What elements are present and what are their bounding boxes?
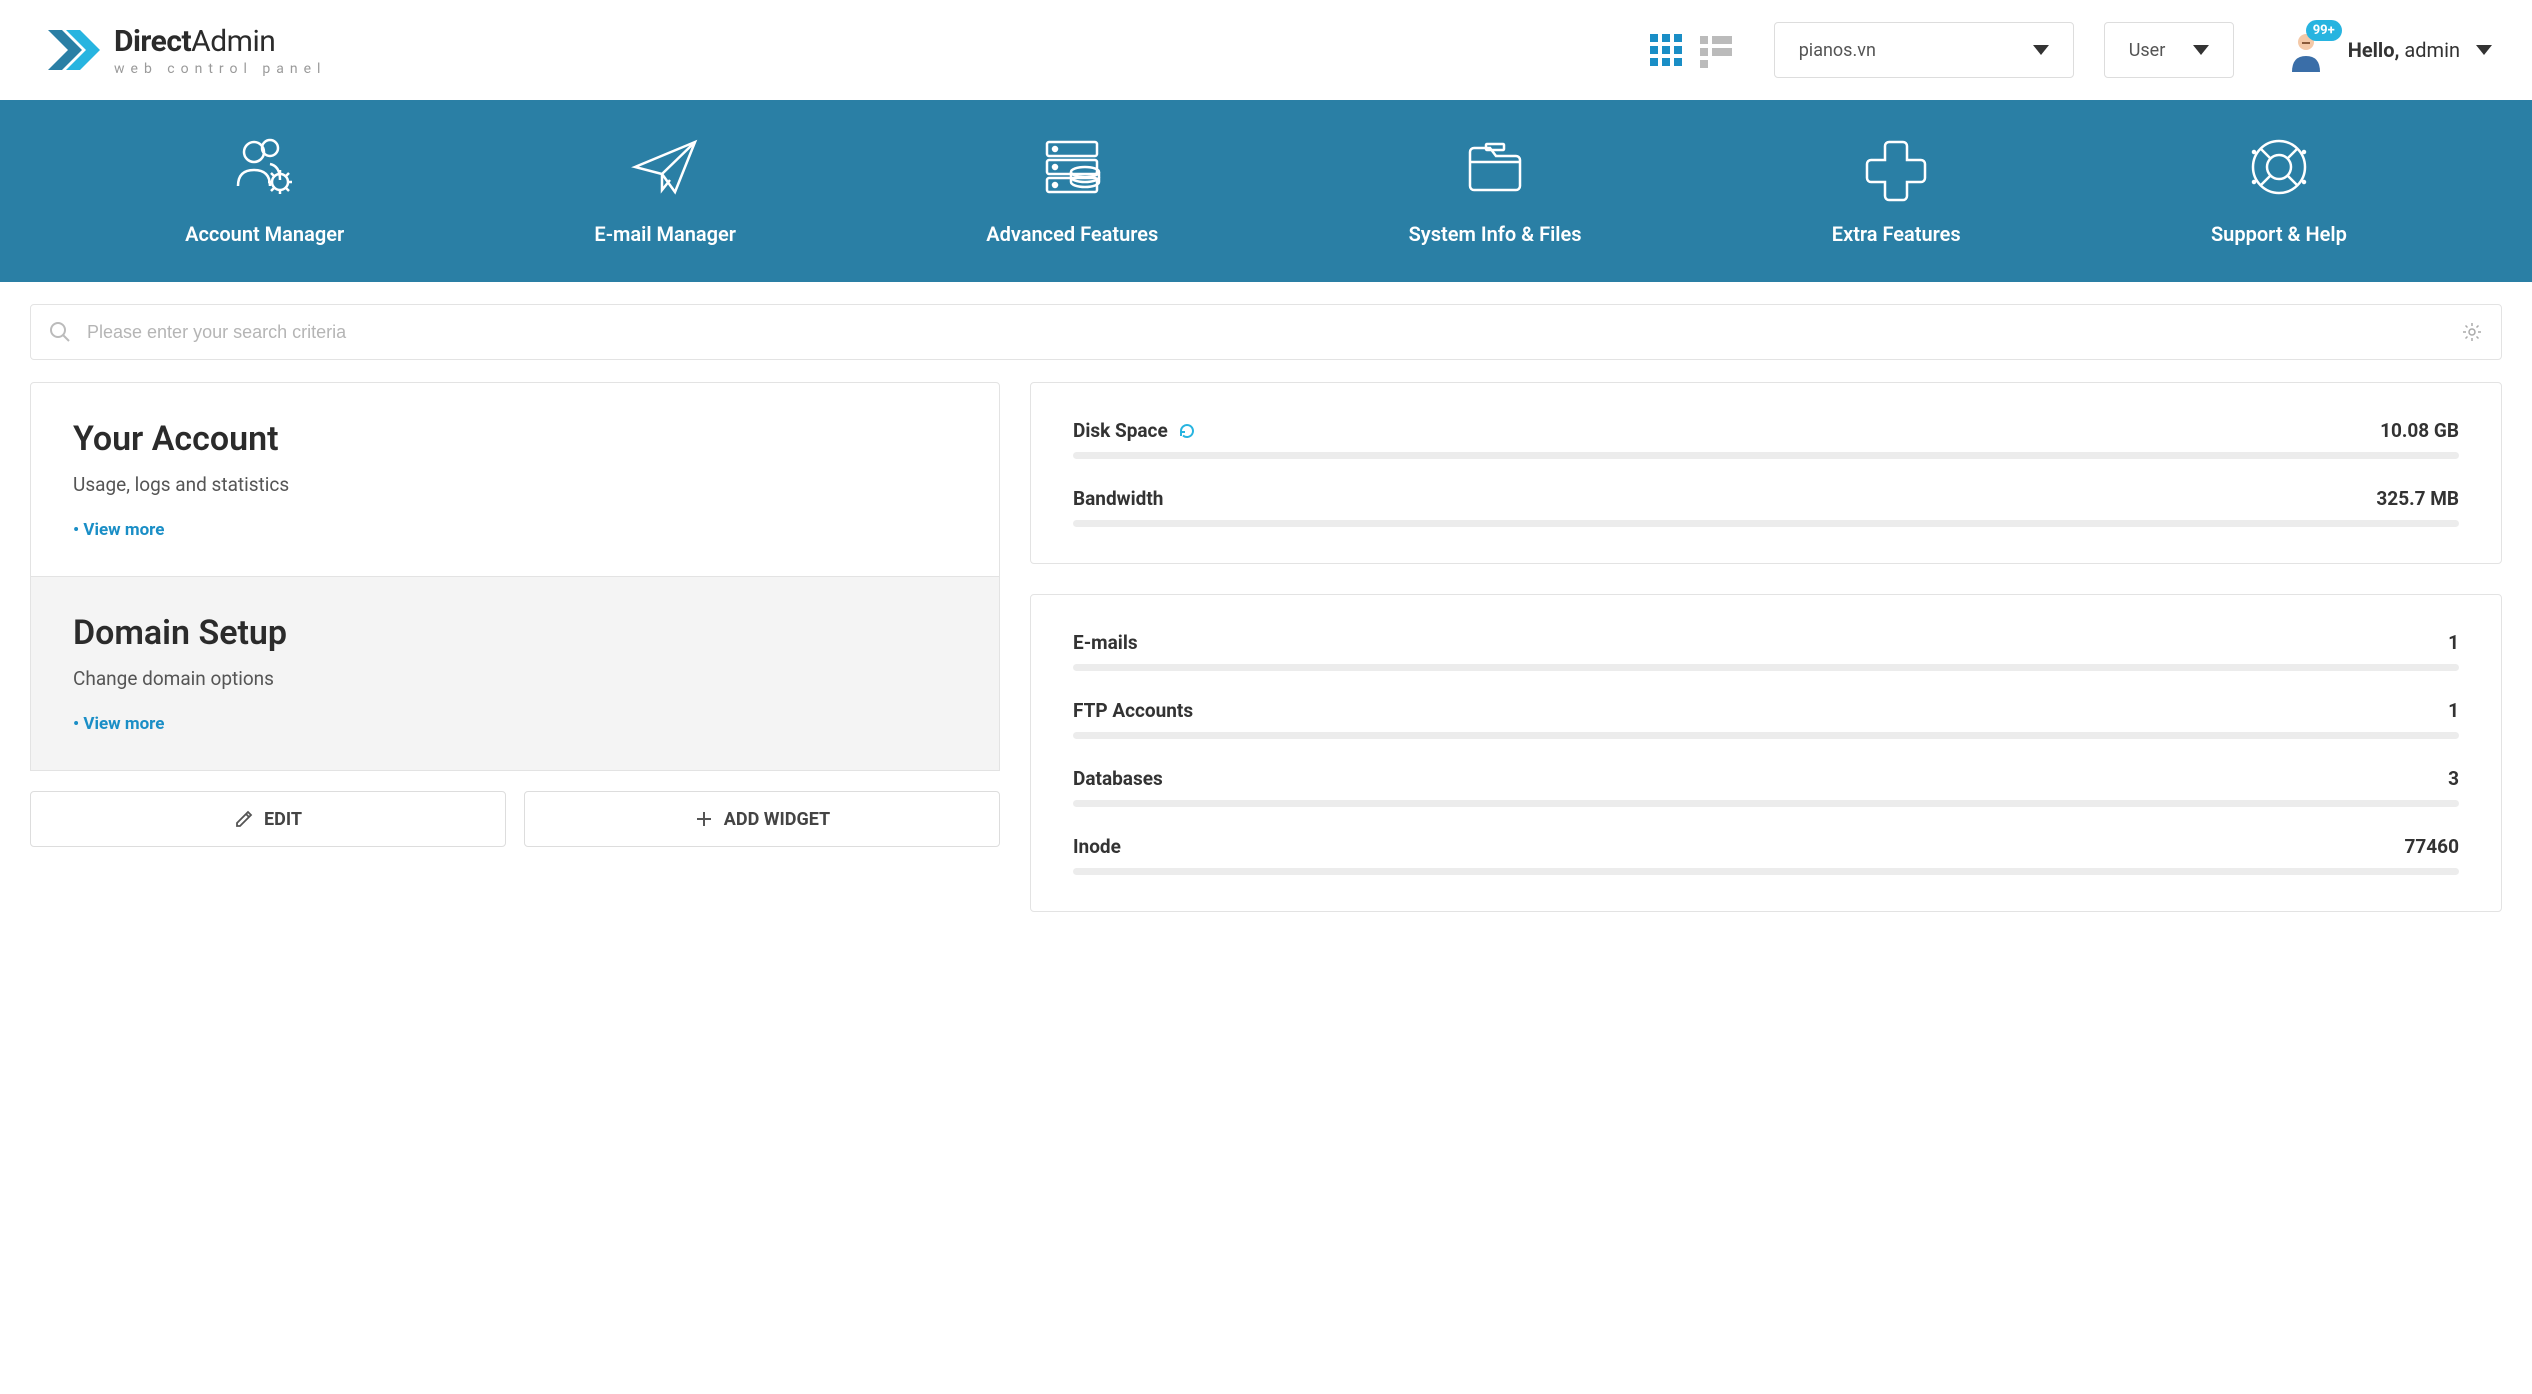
stat-emails: E-mails 1 [1073,631,2459,671]
progress-bar [1073,520,2459,527]
widget-your-account: Your Account Usage, logs and statistics … [30,382,1000,577]
logo[interactable]: DirectAdmin web control panel [40,20,326,80]
widget-domain-setup: Domain Setup Change domain options View … [30,577,1000,771]
progress-bar [1073,452,2459,459]
resource-stats-card: Disk Space 10.08 GB Bandwidth 325.7 MB [1030,382,2502,564]
plus-icon [694,809,714,829]
nav-label: Advanced Features [986,222,1158,246]
brand-name-1: Direct [114,24,191,59]
edit-button-label: EDIT [264,809,302,830]
nav-advanced-features[interactable]: Advanced Features [986,132,1158,246]
refresh-icon[interactable] [1178,422,1196,440]
avatar: 99+ [2284,28,2328,72]
folder-icon [1460,132,1530,202]
stat-value: 1 [2448,631,2459,654]
pencil-icon [234,809,254,829]
plus-icon [1861,132,1931,202]
stat-value: 3 [2448,767,2459,790]
gear-icon[interactable] [2461,321,2483,343]
stat-value: 1 [2448,699,2459,722]
nav-label: System Info & Files [1409,222,1582,246]
nav-support-help[interactable]: Support & Help [2211,132,2347,246]
stat-value: 77460 [2404,835,2459,858]
widget-title: Domain Setup [73,613,957,653]
progress-bar [1073,800,2459,807]
greeting-user: admin [2404,38,2460,62]
grid-view-icon[interactable] [1648,32,1684,68]
stat-label: Inode [1073,835,1121,858]
view-more-link[interactable]: View more [73,520,957,540]
brand-name-2: Admin [191,24,275,59]
greeting-bold: Hello, [2348,38,2400,62]
search-icon [49,321,71,343]
progress-bar [1073,732,2459,739]
nav-extra-features[interactable]: Extra Features [1832,132,1961,246]
role-selector-value: User [2129,40,2166,61]
edit-button[interactable]: EDIT [30,791,506,847]
view-more-link[interactable]: View more [73,714,957,734]
stat-value: 325.7 MB [2376,487,2459,510]
stat-label: Databases [1073,767,1163,790]
logo-icon [40,20,100,80]
notification-badge: 99+ [2306,20,2342,41]
users-gear-icon [230,132,300,202]
stat-databases: Databases 3 [1073,767,2459,807]
paper-plane-icon [630,132,700,202]
nav-system-info[interactable]: System Info & Files [1409,132,1582,246]
nav-label: Support & Help [2211,222,2347,246]
chevron-down-icon [2033,45,2049,55]
progress-bar [1073,664,2459,671]
usage-stats-card: E-mails 1 FTP Accounts 1 Databases 3 [1030,594,2502,912]
role-selector[interactable]: User [2104,22,2234,78]
chevron-down-icon [2476,45,2492,55]
nav-email-manager[interactable]: E-mail Manager [594,132,736,246]
add-widget-button[interactable]: ADD WIDGET [524,791,1000,847]
search-box [30,304,2502,360]
user-menu[interactable]: 99+ Hello, admin [2284,28,2492,72]
brand-sub: web control panel [114,61,326,77]
list-view-icon[interactable] [1698,32,1734,68]
nav-label: Extra Features [1832,222,1961,246]
widget-title: Your Account [73,419,957,459]
nav-label: Account Manager [185,222,344,246]
progress-bar [1073,868,2459,875]
nav-account-manager[interactable]: Account Manager [185,132,344,246]
stat-disk-space: Disk Space 10.08 GB [1073,419,2459,459]
lifebuoy-icon [2244,132,2314,202]
add-widget-button-label: ADD WIDGET [724,809,830,830]
stat-value: 10.08 GB [2380,419,2459,442]
widget-sub: Usage, logs and statistics [73,473,957,496]
stat-label: FTP Accounts [1073,699,1193,722]
stat-label: Bandwidth [1073,487,1163,510]
domain-selector[interactable]: pianos.vn [1774,22,2074,78]
stat-ftp: FTP Accounts 1 [1073,699,2459,739]
stat-inode: Inode 77460 [1073,835,2459,875]
search-input[interactable] [87,322,2445,343]
nav-label: E-mail Manager [594,222,736,246]
stat-label: Disk Space [1073,419,1168,442]
widget-sub: Change domain options [73,667,957,690]
domain-selector-value: pianos.vn [1799,40,1876,61]
stat-label: E-mails [1073,631,1138,654]
stat-bandwidth: Bandwidth 325.7 MB [1073,487,2459,527]
database-icon [1037,132,1107,202]
chevron-down-icon [2193,45,2209,55]
